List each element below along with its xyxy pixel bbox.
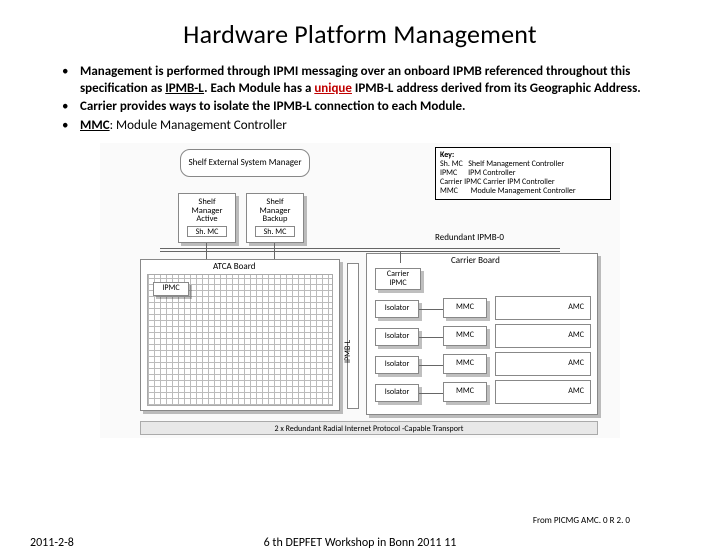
box-isolator-4: Isolator [375, 384, 419, 402]
key-box: Key: Sh. MC Shelf Management Controller … [435, 147, 611, 201]
box-shelf-mgr-backup: Shelf Manager Backup Sh. MC [246, 193, 304, 243]
box-atca-board: ATCA Board IPMC [140, 259, 340, 411]
diagram: Shelf External System Manager Key: Sh. M… [100, 143, 620, 438]
bullet-1: Management is performed through IPMI mes… [60, 64, 660, 97]
bullet-2: Carrier provides ways to isolate the IPM… [60, 99, 660, 116]
transport-band: 2 x Redundant Radial Internet Protocol -… [140, 421, 598, 435]
box-ipmc: IPMC [153, 282, 189, 296]
box-isolator-1: Isolator [375, 300, 419, 318]
label-redundant-ipmb0: Redundant IPMB-0 [435, 232, 504, 243]
box-shelf-mgr-active: Shelf Manager Active Sh. MC [178, 193, 236, 243]
box-amc-2: AMC [495, 324, 591, 348]
box-amc-4: AMC [495, 380, 591, 404]
box-carrier-ipmc: Carrier IPMC [375, 268, 421, 290]
box-ext-manager: Shelf External System Manager [180, 149, 310, 177]
box-mmc-1: MMC [443, 298, 487, 318]
label-ipmb-l: IPMB-L [343, 339, 353, 362]
ipmb-l-channel [347, 263, 359, 409]
box-isolator-2: Isolator [375, 328, 419, 346]
box-mmc-2: MMC [443, 326, 487, 346]
bullet-list: Management is performed through IPMI mes… [60, 64, 660, 135]
box-amc-1: AMC [495, 296, 591, 320]
slide-title: Hardware Platform Management [0, 18, 720, 50]
box-amc-3: AMC [495, 352, 591, 376]
box-carrier-board: Carrier Board Carrier IPMC Isolator MMC … [366, 253, 598, 415]
caption: From PICMG AMC. 0 R 2. 0 [533, 515, 630, 526]
box-isolator-3: Isolator [375, 356, 419, 374]
footer-center: 6 th DEPFET Workshop in Bonn 2011 11 [0, 536, 720, 550]
box-mmc-4: MMC [443, 382, 487, 402]
bullet-3: MMC: Module Management Controller [60, 118, 660, 135]
box-mmc-3: MMC [443, 354, 487, 374]
